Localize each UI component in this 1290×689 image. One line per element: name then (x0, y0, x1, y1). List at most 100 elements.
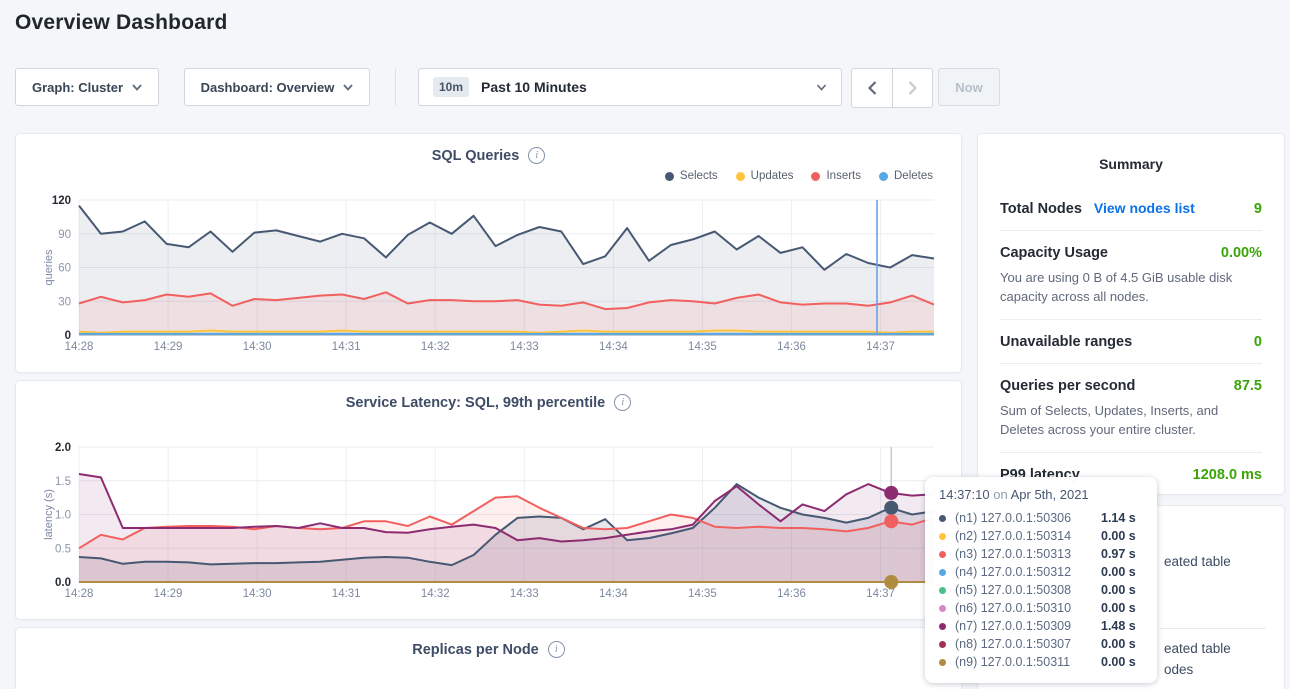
time-range-badge: 10m (433, 77, 469, 97)
dashboard-dropdown-label: Dashboard: Overview (201, 80, 335, 95)
svg-text:1.5: 1.5 (55, 476, 71, 488)
svg-text:14:37: 14:37 (866, 588, 895, 600)
graph-dropdown-label: Graph: Cluster (32, 80, 123, 95)
svg-text:14:33: 14:33 (510, 588, 539, 600)
view-nodes-link[interactable]: View nodes list (1094, 200, 1195, 216)
series-dot-icon (939, 605, 946, 612)
now-button[interactable]: Now (938, 68, 1000, 106)
summary-panel: Summary Total Nodes View nodes list 9 Ca… (977, 133, 1285, 495)
service-latency-chart[interactable]: 14:2814:2914:3014:3114:3214:3314:3414:35… (16, 381, 961, 619)
summary-value: 9 (1254, 201, 1262, 217)
chevron-left-icon (868, 81, 877, 95)
summary-row-unavailable-ranges: Unavailable ranges 0 (1000, 319, 1262, 363)
series-dot-icon (939, 641, 946, 648)
svg-text:0: 0 (65, 330, 71, 342)
chevron-down-icon (132, 84, 142, 91)
svg-text:14:34: 14:34 (599, 588, 628, 600)
tooltip-row: (n1) 127.0.0.1:503061.14 s (939, 509, 1143, 527)
page-title: Overview Dashboard (15, 11, 228, 35)
svg-text:14:28: 14:28 (65, 588, 94, 600)
service-latency-card: Service Latency: SQL, 99th percentile i … (15, 380, 962, 620)
chart-tooltip: 14:37:10 on Apr 5th, 2021 (n1) 127.0.0.1… (925, 477, 1157, 683)
series-dot-icon (939, 533, 946, 540)
next-time-button[interactable] (892, 69, 932, 107)
tooltip-node-value: 0.00 s (1101, 529, 1136, 543)
svg-text:14:30: 14:30 (243, 341, 272, 353)
prev-time-button[interactable] (852, 69, 892, 107)
svg-text:14:32: 14:32 (421, 588, 450, 600)
summary-value: 1208.0 ms (1193, 467, 1262, 483)
svg-text:14:37: 14:37 (866, 341, 895, 353)
svg-text:14:32: 14:32 (421, 341, 450, 353)
svg-text:latency (s): latency (s) (43, 489, 55, 540)
sql-queries-card: SQL Queries i SelectsUpdatesInsertsDelet… (15, 133, 962, 373)
svg-text:14:31: 14:31 (332, 588, 361, 600)
svg-text:1.0: 1.0 (55, 510, 71, 522)
tooltip-node-label: (n1) 127.0.0.1:50306 (955, 511, 1101, 525)
dashboard-dropdown[interactable]: Dashboard: Overview (184, 68, 370, 106)
graph-dropdown[interactable]: Graph: Cluster (15, 68, 159, 106)
chevron-down-icon (343, 84, 353, 91)
svg-text:queries: queries (43, 249, 55, 286)
series-dot-icon (939, 659, 946, 666)
tooltip-node-label: (n7) 127.0.0.1:50309 (955, 619, 1101, 633)
summary-label: Total Nodes (1000, 201, 1082, 217)
series-dot-icon (939, 515, 946, 522)
svg-text:14:33: 14:33 (510, 341, 539, 353)
event-item-text: eated table (1164, 554, 1231, 569)
sql-queries-chart[interactable]: 14:28 14:29 14:30 14:31 14:32 14:33 14:34 14:35… (16, 134, 961, 372)
overview-dashboard-page: Overview Dashboard Graph: Cluster Dashbo… (0, 0, 1290, 689)
svg-text:0.0: 0.0 (55, 577, 71, 589)
series-dot-icon (939, 551, 946, 558)
time-range-label: Past 10 Minutes (481, 79, 587, 95)
summary-label: Queries per second (1000, 378, 1135, 394)
summary-value: 0 (1254, 334, 1262, 350)
toolbar-divider (395, 68, 396, 106)
event-item-text: odes (1164, 662, 1193, 677)
time-step-button-group (851, 68, 933, 108)
tooltip-node-value: 0.00 s (1101, 565, 1136, 579)
time-range-dropdown[interactable]: 10m Past 10 Minutes (418, 68, 842, 106)
svg-text:14:30: 14:30 (243, 588, 272, 600)
tooltip-node-value: 0.00 s (1101, 583, 1136, 597)
summary-label: Capacity Usage (1000, 245, 1108, 261)
svg-text:120: 120 (52, 195, 71, 207)
tooltip-row: (n3) 127.0.0.1:503130.97 s (939, 545, 1143, 563)
tooltip-row: (n8) 127.0.0.1:503070.00 s (939, 635, 1143, 653)
svg-text:14:28: 14:28 (65, 341, 94, 353)
svg-text:60: 60 (58, 263, 71, 275)
replicas-per-node-card: Replicas per Node i (15, 627, 962, 689)
tooltip-node-label: (n9) 127.0.0.1:50311 (955, 655, 1101, 669)
tooltip-row: (n2) 127.0.0.1:503140.00 s (939, 527, 1143, 545)
svg-text:90: 90 (58, 229, 71, 241)
tooltip-row: (n6) 127.0.0.1:503100.00 s (939, 599, 1143, 617)
tooltip-node-value: 1.14 s (1101, 511, 1136, 525)
series-dot-icon (939, 623, 946, 630)
summary-value: 0.00% (1221, 245, 1262, 261)
svg-text:14:34: 14:34 (599, 341, 628, 353)
summary-description: Sum of Selects, Updates, Inserts, and De… (1000, 401, 1262, 439)
svg-text:14:29: 14:29 (154, 588, 183, 600)
svg-text:14:29: 14:29 (154, 341, 183, 353)
tooltip-node-value: 0.00 s (1101, 655, 1136, 669)
series-dot-icon (939, 569, 946, 576)
tooltip-row: (n5) 127.0.0.1:503080.00 s (939, 581, 1143, 599)
info-icon[interactable]: i (548, 641, 565, 658)
tooltip-node-value: 1.48 s (1101, 619, 1136, 633)
svg-text:30: 30 (58, 296, 71, 308)
summary-title: Summary (1000, 156, 1262, 172)
chevron-right-icon (908, 81, 917, 95)
svg-text:2.0: 2.0 (55, 442, 71, 454)
tooltip-row: (n4) 127.0.0.1:503120.00 s (939, 563, 1143, 581)
svg-text:14:35: 14:35 (688, 341, 717, 353)
summary-description: You are using 0 B of 4.5 GiB usable disk… (1000, 268, 1262, 306)
tooltip-node-label: (n8) 127.0.0.1:50307 (955, 637, 1101, 651)
tooltip-node-label: (n5) 127.0.0.1:50308 (955, 583, 1101, 597)
tooltip-row: (n7) 127.0.0.1:503091.48 s (939, 617, 1143, 635)
svg-text:14:36: 14:36 (777, 588, 806, 600)
tooltip-row: (n9) 127.0.0.1:503110.00 s (939, 653, 1143, 671)
tooltip-node-label: (n6) 127.0.0.1:50310 (955, 601, 1101, 615)
summary-row-capacity-usage: Capacity Usage 0.00% You are using 0 B o… (1000, 230, 1262, 319)
event-divider (1160, 628, 1266, 629)
svg-text:14:31: 14:31 (332, 341, 361, 353)
